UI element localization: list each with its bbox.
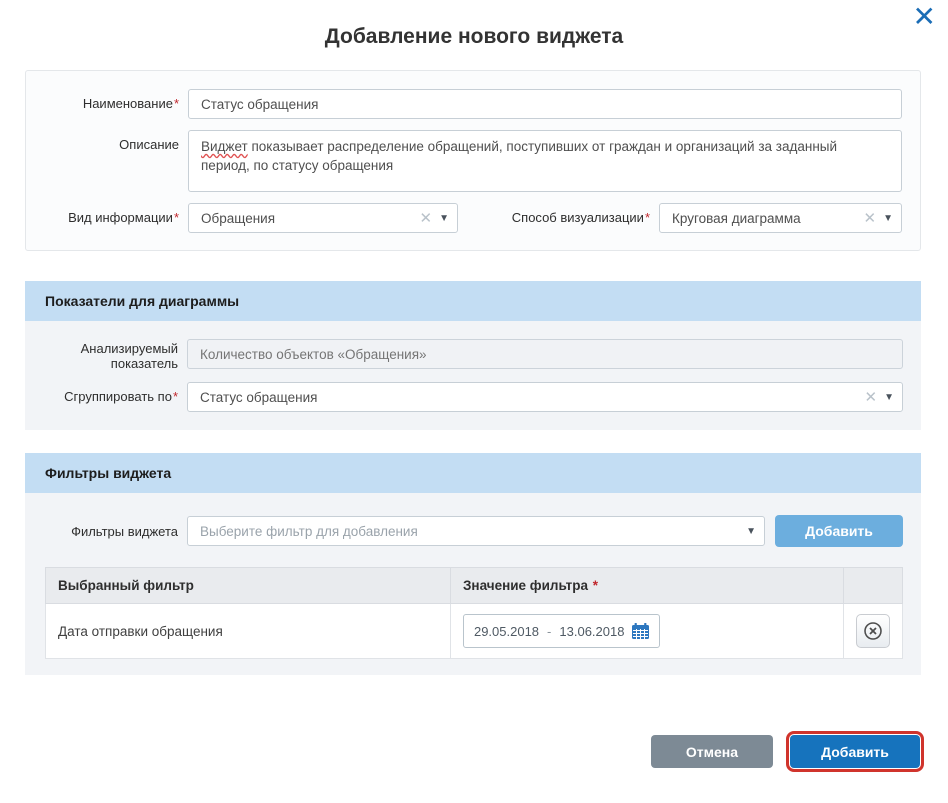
- filters-section-body: Фильтры виджета Выберите фильтр для доба…: [25, 493, 921, 675]
- date-to-value[interactable]: 13.06.2018: [559, 624, 624, 639]
- filters-table-header-row: Выбранный фильтр Значение фильтра *: [46, 568, 903, 604]
- info-type-group: Вид информации* Обращения ✕ ▼: [26, 203, 464, 233]
- calendar-icon[interactable]: [632, 623, 649, 639]
- column-header-value-text: Значение фильтра: [463, 578, 588, 593]
- group-by-row: Сгруппировать по* Статус обращения ✕ ▼: [25, 382, 903, 412]
- analyzed-indicator-label: Анализируемый показатель: [25, 339, 187, 371]
- visualization-group: Способ визуализации* Круговая диаграмма …: [464, 203, 902, 233]
- info-type-label-text: Вид информации: [68, 210, 173, 225]
- visualization-value: Круговая диаграмма: [672, 211, 864, 226]
- required-asterisk: *: [173, 389, 178, 404]
- filter-name-text: Дата отправки обращения: [58, 624, 223, 639]
- cancel-button[interactable]: Отмена: [651, 735, 773, 768]
- type-visualization-row: Вид информации* Обращения ✕ ▼ Способ виз…: [26, 203, 902, 233]
- group-by-select[interactable]: Статус обращения ✕ ▼: [187, 382, 903, 412]
- indicators-section-body: Анализируемый показатель Сгруппировать п…: [25, 321, 921, 430]
- description-text: показывает распределение обращений, пост…: [201, 139, 837, 173]
- clear-icon[interactable]: ✕: [864, 209, 877, 227]
- visualization-label: Способ визуализации*: [464, 203, 659, 233]
- required-asterisk: *: [174, 96, 179, 111]
- date-range-input[interactable]: 29.05.2018 - 13.06.2018: [463, 614, 661, 648]
- info-type-value: Обращения: [201, 211, 420, 226]
- submit-button[interactable]: Добавить: [790, 735, 920, 768]
- filter-actions-cell: [843, 604, 902, 659]
- filter-picker-row: Фильтры виджета Выберите фильтр для доба…: [25, 515, 903, 547]
- close-icon[interactable]: ✕: [913, 2, 936, 32]
- filters-section: Фильтры виджета Фильтры виджета Выберите…: [25, 453, 921, 675]
- group-by-label: Сгруппировать по*: [25, 382, 187, 404]
- visualization-select[interactable]: Круговая диаграмма ✕ ▼: [659, 203, 902, 233]
- remove-filter-button[interactable]: [856, 614, 890, 648]
- group-by-value: Статус обращения: [200, 390, 865, 405]
- name-label: Наименование*: [26, 89, 188, 111]
- add-widget-dialog: ✕ Добавление нового виджета Наименование…: [0, 0, 948, 803]
- table-row: Дата отправки обращения 29.05.2018 - 13.…: [46, 604, 903, 659]
- filters-section-header: Фильтры виджета: [25, 453, 921, 493]
- column-header-value: Значение фильтра *: [450, 568, 843, 604]
- chevron-down-icon[interactable]: ▼: [884, 392, 894, 403]
- name-label-text: Наименование: [83, 96, 173, 111]
- analyzed-indicator-row: Анализируемый показатель: [25, 339, 903, 371]
- filter-name-cell: Дата отправки обращения: [46, 604, 451, 659]
- dialog-footer: Отмена Добавить: [651, 735, 920, 768]
- chevron-down-icon[interactable]: ▼: [883, 213, 893, 224]
- description-textarea[interactable]: Виджет показывает распределение обращени…: [188, 130, 902, 192]
- analyzed-indicator-label-line2: показатель: [111, 356, 178, 371]
- column-header-filter: Выбранный фильтр: [46, 568, 451, 604]
- column-header-filter-text: Выбранный фильтр: [58, 578, 194, 593]
- filters-table: Выбранный фильтр Значение фильтра * Дата…: [45, 567, 903, 659]
- description-label: Описание: [26, 130, 188, 152]
- add-filter-button[interactable]: Добавить: [775, 515, 903, 547]
- main-form-panel: Наименование* Описание Виджет показывает…: [25, 70, 921, 251]
- chevron-down-icon[interactable]: ▼: [439, 213, 449, 224]
- analyzed-indicator-label-line1: Анализируемый: [81, 341, 178, 356]
- filter-picker-label-text: Фильтры виджета: [71, 524, 178, 539]
- required-asterisk: *: [174, 210, 179, 225]
- name-input[interactable]: [188, 89, 902, 119]
- group-by-label-text: Сгруппировать по: [64, 389, 172, 404]
- visualization-label-text: Способ визуализации: [512, 210, 644, 225]
- required-asterisk: *: [645, 210, 650, 225]
- required-asterisk: *: [593, 578, 598, 593]
- filter-picker-placeholder: Выберите фильтр для добавления: [200, 524, 746, 539]
- analyzed-indicator-input: [187, 339, 903, 369]
- dialog-title: Добавление нового виджета: [0, 25, 948, 49]
- date-from-value[interactable]: 29.05.2018: [474, 624, 539, 639]
- column-header-actions: [843, 568, 902, 604]
- indicators-section: Показатели для диаграммы Анализируемый п…: [25, 281, 921, 430]
- circled-x-icon: [863, 621, 883, 641]
- description-label-text: Описание: [119, 137, 179, 152]
- clear-icon[interactable]: ✕: [865, 388, 878, 406]
- filter-picker-label: Фильтры виджета: [25, 524, 187, 539]
- indicators-section-header: Показатели для диаграммы: [25, 281, 921, 321]
- name-row: Наименование*: [26, 89, 902, 119]
- filter-picker-select[interactable]: Выберите фильтр для добавления ▼: [187, 516, 765, 546]
- description-row: Описание Виджет показывает распределение…: [26, 130, 902, 192]
- info-type-label: Вид информации*: [26, 203, 188, 233]
- filter-value-cell: 29.05.2018 - 13.06.2018: [450, 604, 843, 659]
- clear-icon[interactable]: ✕: [420, 209, 433, 227]
- date-range-separator: -: [547, 624, 551, 639]
- info-type-select[interactable]: Обращения ✕ ▼: [188, 203, 458, 233]
- chevron-down-icon[interactable]: ▼: [746, 526, 756, 537]
- description-text-misspelled: Виджет: [201, 139, 248, 154]
